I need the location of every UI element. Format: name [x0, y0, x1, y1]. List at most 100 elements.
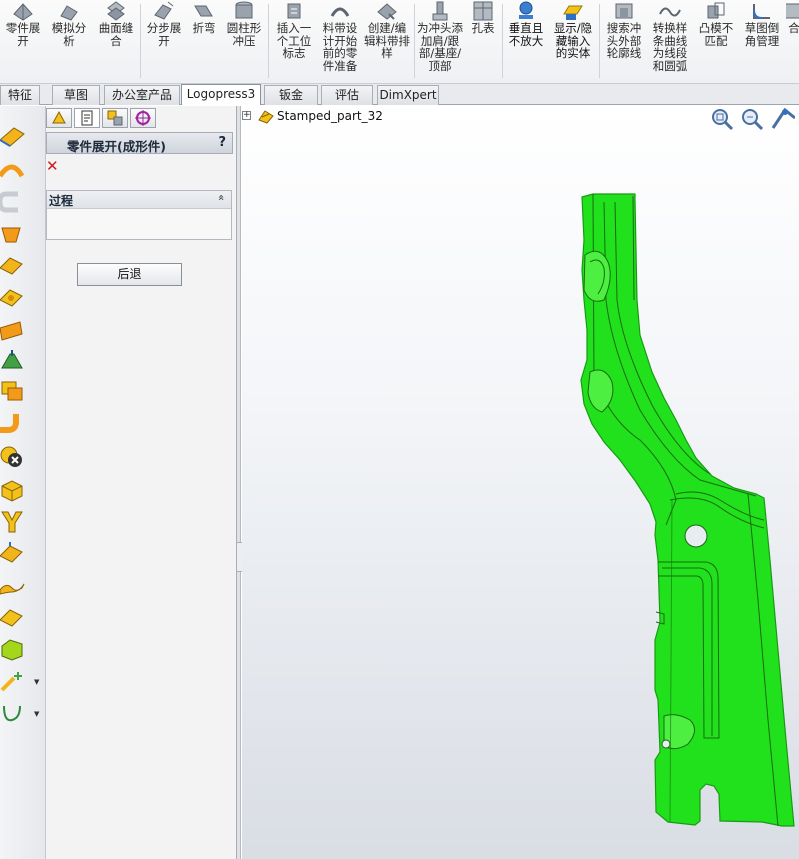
normal-to-button[interactable]: 垂直且不放大 — [504, 0, 548, 82]
graphics-viewport[interactable]: + Stamped_part_32 — [242, 106, 799, 859]
dimxpert-manager-icon — [135, 110, 151, 126]
station-mark-icon — [287, 3, 301, 19]
fold-icon — [194, 5, 213, 17]
property-manager-panel: 零件展开(成形件) ? ✕ 过程 « 后退 — [46, 106, 237, 859]
flatten-surface-icon[interactable] — [0, 254, 26, 278]
station-mark-label: 插入一个工位标志 — [276, 21, 312, 60]
panel-title: 零件展开(成形件) — [67, 139, 166, 154]
convert-spline-label: 转换样条曲线为线段和圆弧 — [652, 21, 688, 73]
unfold-part-icon — [13, 3, 33, 21]
tab-logopress3[interactable]: Logopress3 — [181, 84, 261, 105]
curve-tool-icon[interactable] — [0, 702, 26, 726]
property-manager-icon — [81, 110, 93, 126]
tab-sheet-metal[interactable]: 钣金 — [264, 85, 318, 105]
command-manager-tabs: 特征 草图 办公室产品 Logopress3 钣金 评估 DimXpert — [0, 84, 799, 105]
strip-layout-button[interactable]: 创建/编辑料带排样 — [364, 0, 410, 82]
tab-evaluate[interactable]: 评估 — [321, 85, 373, 105]
show-hide-bodies-button[interactable]: 显示/隐藏输入的实体 — [551, 0, 595, 82]
strip-prep-button[interactable]: 料带设计开始前的零件准备 — [318, 0, 362, 82]
wave-surface-icon[interactable] — [0, 574, 26, 598]
ribbon-separator — [599, 4, 600, 78]
copy-body-icon[interactable] — [0, 380, 26, 404]
plate-icon[interactable] — [0, 318, 26, 342]
process-group-title: 过程 — [49, 194, 74, 208]
dropdown-arrow-icon[interactable]: ▼ — [34, 678, 39, 686]
sketch-fillet-button[interactable]: 草图倒角管理 — [740, 0, 784, 82]
y-split-icon[interactable] — [0, 510, 26, 534]
search-punch-icon — [615, 3, 633, 19]
cylinder-punch-button[interactable]: 圆柱形冲压 — [223, 0, 265, 82]
search-punch-button[interactable]: 搜索冲头外部轮廓线 — [602, 0, 646, 82]
convert-spline-icon — [659, 7, 681, 17]
step-unfold-button[interactable]: 分步展开 — [143, 0, 185, 82]
step-unfold-icon — [154, 1, 174, 20]
more-button[interactable]: 合 — [786, 0, 799, 82]
punch-mismatch-button[interactable]: 凸模不匹配 — [694, 0, 738, 82]
ribbon-toolbar: 零件展开 模拟分析 曲面缝合 分步展开 折弯 圆柱形冲压 插入一个工位标志 料带… — [0, 0, 799, 84]
u-bend-icon[interactable] — [0, 190, 26, 214]
back-button[interactable]: 后退 — [77, 263, 182, 286]
collapse-icon[interactable]: « — [215, 194, 228, 201]
cone-icon[interactable] — [0, 222, 26, 246]
pocket-feature — [583, 250, 611, 302]
pipe-bend-icon[interactable] — [0, 412, 26, 436]
process-group: 过程 « — [46, 190, 232, 240]
process-group-header[interactable]: 过程 « — [47, 191, 231, 209]
help-button[interactable]: ? — [218, 135, 226, 150]
tab-feature-manager[interactable] — [46, 108, 72, 128]
sparkle-tool-icon[interactable] — [0, 670, 26, 694]
ribbon-separator — [502, 4, 503, 78]
tree-expander[interactable]: + — [242, 111, 251, 120]
left-feature-toolbar: ▼ ▼ — [0, 106, 46, 859]
station-mark-button[interactable]: 插入一个工位标志 — [272, 0, 316, 82]
surface-offset-icon[interactable] — [0, 542, 26, 566]
small-hole[interactable] — [661, 739, 671, 749]
tab-configuration-manager[interactable] — [102, 108, 128, 128]
zoom-to-area-icon[interactable] — [739, 106, 765, 134]
sketch-fillet-icon — [753, 4, 770, 19]
ribbon-separator — [140, 4, 141, 78]
simulation-icon — [60, 5, 78, 21]
more-label: 合 — [788, 21, 799, 35]
surface-patch-icon[interactable] — [0, 606, 26, 630]
panel-splitter[interactable] — [237, 106, 241, 859]
panel-tabs — [46, 106, 237, 128]
tab-dimxpert-manager[interactable] — [130, 108, 156, 128]
dropdown-arrow-icon[interactable]: ▼ — [34, 710, 39, 718]
tab-dimxpert[interactable]: DimXpert — [377, 85, 439, 105]
view-orientation-icon[interactable] — [769, 106, 795, 134]
punch-up-icon[interactable] — [0, 348, 26, 372]
property-manager-header: 零件展开(成形件) ? — [46, 132, 233, 154]
cancel-icon[interactable]: ✕ — [46, 158, 60, 174]
tab-property-manager[interactable] — [74, 108, 100, 128]
fold-button[interactable]: 折弯 — [187, 0, 221, 82]
simulation-button[interactable]: 模拟分析 — [48, 0, 90, 82]
solid-box-icon[interactable] — [0, 638, 26, 662]
punch-shoulder-button[interactable]: 为冲头添加肩/跟部/基座/顶部 — [417, 0, 463, 82]
step-unfold-label: 分步展开 — [146, 21, 182, 48]
tab-sketch[interactable]: 草图 — [52, 85, 100, 105]
fold-label: 折弯 — [192, 21, 216, 35]
search-punch-label: 搜索冲头外部轮廓线 — [606, 21, 642, 60]
delete-body-icon[interactable] — [0, 446, 26, 470]
show-hide-bodies-icon — [563, 5, 583, 20]
show-hide-bodies-label: 显示/隐藏输入的实体 — [553, 21, 593, 60]
zoom-to-fit-icon[interactable] — [709, 106, 735, 134]
unfold-part-button[interactable]: 零件展开 — [2, 0, 44, 82]
hole-table-button[interactable]: 孔表 — [466, 0, 500, 82]
part-icon — [258, 110, 274, 124]
surface-knit-button[interactable]: 曲面缝合 — [94, 0, 138, 82]
box-icon[interactable] — [0, 478, 26, 502]
stamped-part-model[interactable] — [242, 106, 799, 859]
convert-spline-button[interactable]: 转换样条曲线为线段和圆弧 — [648, 0, 692, 82]
punch-shoulder-label: 为冲头添加肩/跟部/基座/顶部 — [417, 21, 463, 73]
normal-to-icon — [519, 1, 533, 19]
round-hole[interactable] — [684, 524, 708, 548]
tab-features[interactable]: 特征 — [0, 85, 40, 105]
tab-office-products[interactable]: 办公室产品 — [104, 85, 180, 105]
flange-icon[interactable] — [0, 124, 26, 148]
hem-icon[interactable] — [0, 158, 26, 182]
form-tool-icon[interactable] — [0, 286, 26, 310]
strip-layout-label: 创建/编辑料带排样 — [364, 21, 410, 60]
cylinder-punch-icon — [235, 1, 253, 19]
